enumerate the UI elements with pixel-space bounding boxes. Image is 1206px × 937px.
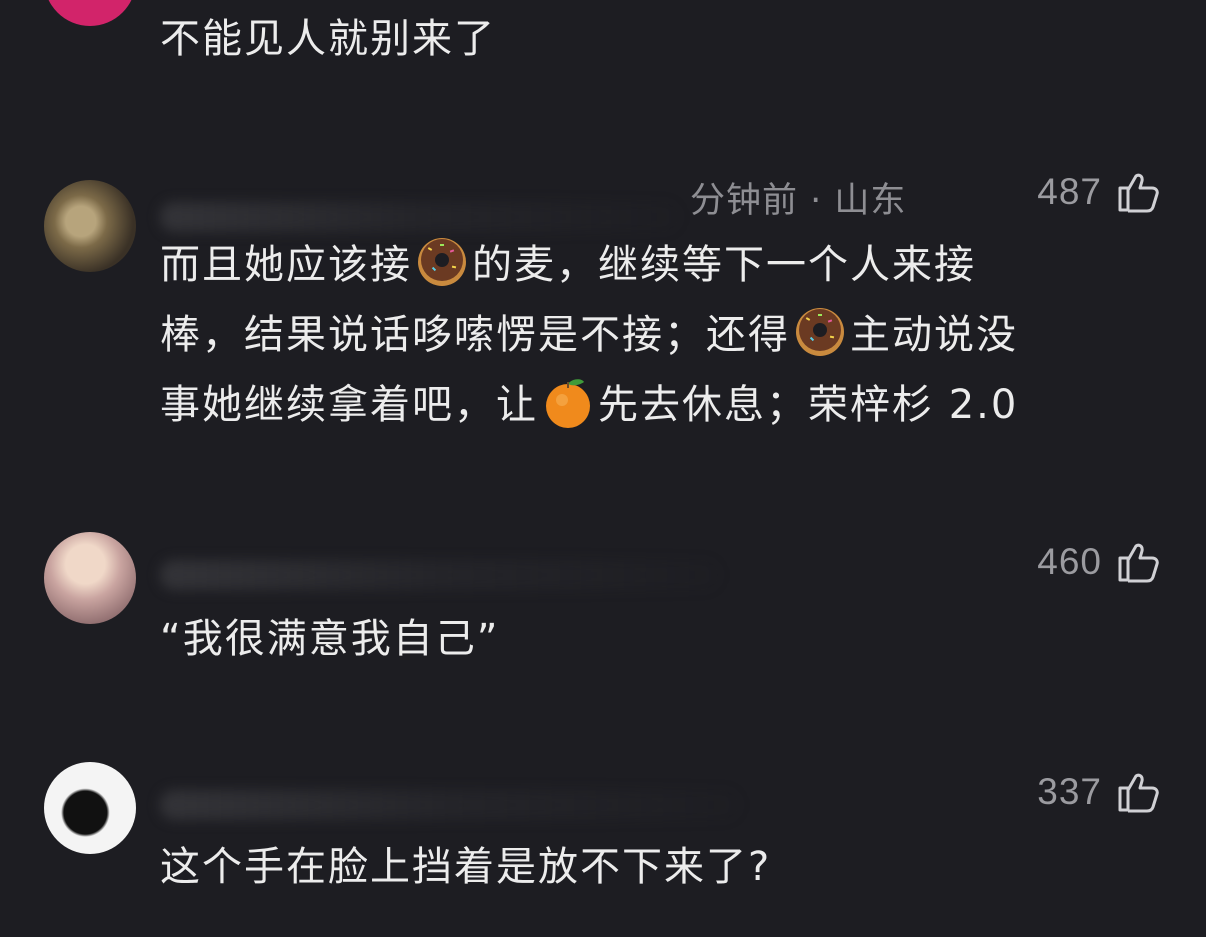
donut-emoji [414,234,470,290]
like-count: 487 [1037,171,1102,212]
thumbs-up-icon [1118,173,1159,213]
text-segment: 而且她应该接 [160,242,412,288]
avatar[interactable] [44,762,136,854]
comment-line: 事她继续拿着吧，让 先去休息；荣梓杉 2.0 [160,370,1150,440]
avatar[interactable] [44,180,136,272]
avatar[interactable] [44,532,136,624]
comment-item: 337 这个手在脸上挡着是放不下来了? [0,750,1206,937]
comment-text: “我很满意我自己” [160,616,500,662]
comment-text: 这个手在脸上挡着是放不下来了? [160,844,772,890]
orange-emoji [540,374,596,430]
like-button[interactable]: 337 [1037,768,1162,816]
text-segment: 主动说没 [850,312,1018,358]
comment-line: 棒，结果说话哆嗦愣是不接；还得 主动说没 [160,300,1150,370]
text-segment: 棒，结果说话哆嗦愣是不接；还得 [160,312,790,358]
comment-text: 不能见人就别来了 [160,16,496,62]
username-blurred[interactable] [160,790,740,820]
avatar[interactable] [44,0,136,26]
thumbs-up-icon [1118,773,1159,813]
comment-line: 而且她应该接 的麦，继续等下一个人来接 [160,230,1150,300]
comment-item: 分钟前 · 山东 487 而且她应该接 的麦，继续等下一个人来接 棒，结果说话哆嗦… [0,150,1206,460]
text-segment: 先去休息；荣梓杉 2.0 [598,382,1019,428]
username-blurred[interactable] [160,560,720,590]
like-button[interactable]: 460 [1037,538,1162,586]
username-blurred[interactable] [160,202,680,232]
comment-text: 而且她应该接 的麦，继续等下一个人来接 棒，结果说话哆嗦愣是不接；还得 主动说没 事… [160,230,1150,440]
comment-item: 不能见人就别来了 [0,0,1206,90]
comment-item: 460 “我很满意我自己” [0,520,1206,670]
like-count: 460 [1037,541,1102,582]
like-button[interactable]: 487 [1037,168,1162,216]
donut-emoji [792,304,848,360]
text-segment: 的麦，继续等下一个人来接 [472,242,976,288]
comment-meta: 分钟前 · 山东 [690,181,907,221]
text-segment: 事她继续拿着吧，让 [160,382,538,428]
thumbs-up-icon [1118,543,1159,583]
like-count: 337 [1037,771,1102,812]
